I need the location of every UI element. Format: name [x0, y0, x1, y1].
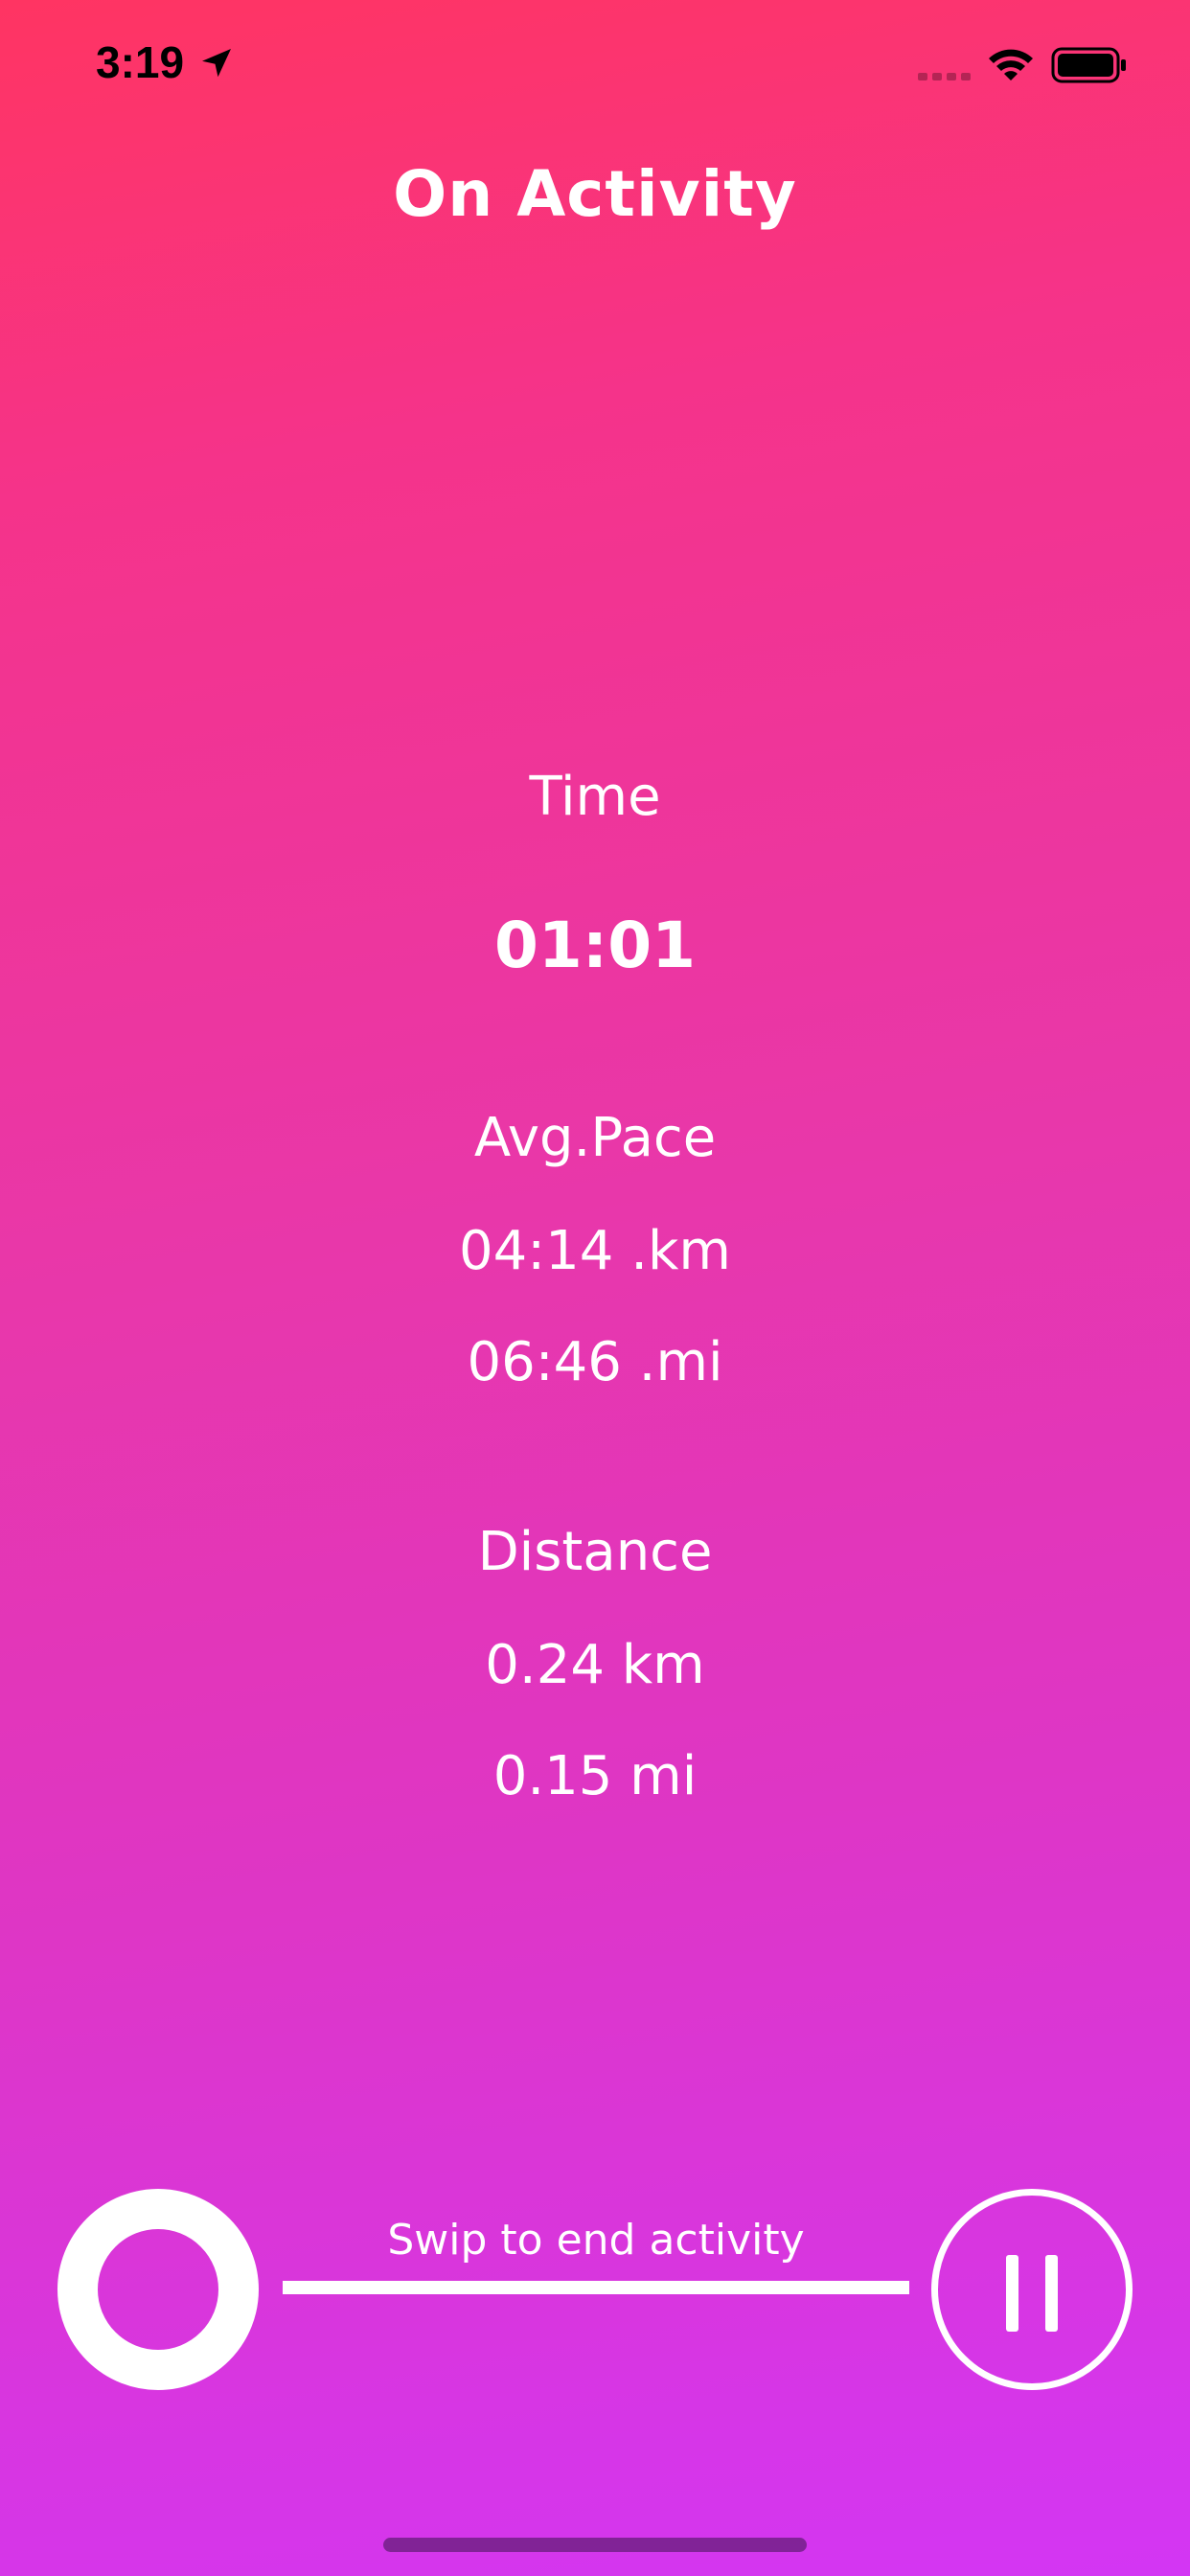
pause-icon-bar [1045, 2255, 1058, 2332]
avg-pace-km: 04:14 .km [459, 1220, 731, 1282]
distance-label: Distance [477, 1521, 713, 1583]
wifi-icon [989, 49, 1033, 80]
distance-mi: 0.15 mi [492, 1745, 698, 1807]
location-arrow-icon [202, 49, 231, 78]
status-time: 3:19 [96, 37, 185, 87]
pause-button[interactable] [931, 2189, 1133, 2390]
swipe-label: Swip to end activity [387, 2216, 805, 2265]
time-value: 01:01 [493, 908, 697, 982]
swipe-handle-icon[interactable] [57, 2189, 259, 2390]
battery-icon [1051, 47, 1126, 83]
page-title: On Activity [393, 157, 797, 231]
avg-pace-mi: 06:46 .mi [467, 1331, 723, 1393]
swipe-track[interactable] [283, 2281, 909, 2294]
pause-icon [1006, 2255, 1018, 2332]
status-bar: 3:19 [0, 0, 1190, 126]
distance-km: 0.24 km [485, 1634, 705, 1696]
avg-pace-label: Avg.Pace [473, 1107, 717, 1169]
cellular-signal-icon [918, 73, 971, 80]
home-indicator[interactable] [383, 2538, 807, 2552]
time-label: Time [529, 766, 661, 828]
